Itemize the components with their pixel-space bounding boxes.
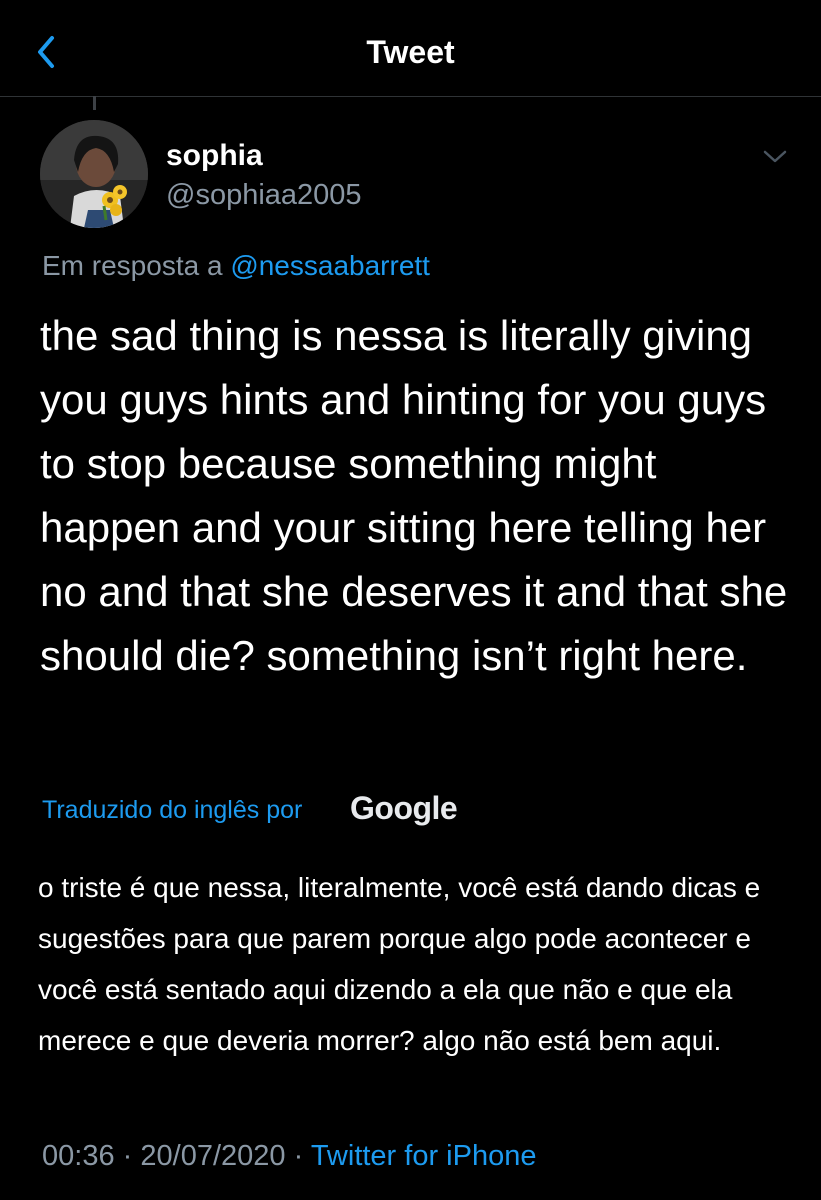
page-title: Tweet [366,34,455,70]
author-handle[interactable]: @sophiaa2005 [166,179,362,212]
tweet-text: the sad thing is nessa is literally givi… [40,312,788,679]
translation-label[interactable]: Traduzido do inglês por [42,796,302,825]
chevron-down-icon [763,150,787,163]
thread-connector [93,96,96,110]
reply-context: Em resposta a @nessaabarrett [42,250,430,282]
reply-mention-link[interactable]: @nessaabarrett [230,250,430,281]
meta-separator: · [293,1140,304,1172]
tweet-metadata: 00:36 · 20/07/2020 · Twitter for iPhone [42,1140,536,1173]
google-logo[interactable]: Google [350,790,458,827]
reply-prefix: Em resposta a [42,250,223,281]
top-bar: Tweet [0,0,821,97]
translated-text: o triste é que nessa, literalmente, você… [38,872,761,1056]
tweet-source-link[interactable]: Twitter for iPhone [311,1140,537,1172]
tweet-time: 00:36 [42,1140,115,1172]
avatar[interactable] [40,120,148,228]
profile-photo [40,120,148,228]
meta-separator: · [122,1140,133,1172]
author-display-name[interactable]: sophia [166,139,263,173]
tweet-menu-button[interactable] [760,142,790,172]
tweet-date: 20/07/2020 [140,1140,286,1172]
